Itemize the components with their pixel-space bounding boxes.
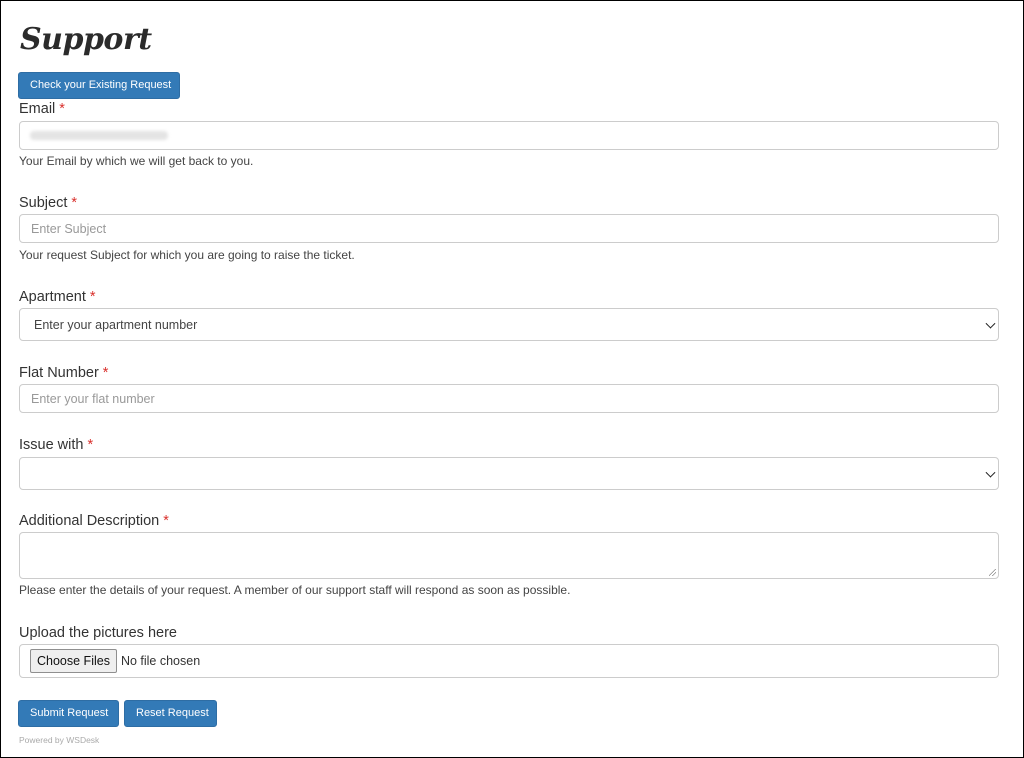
description-help-text: Please enter the details of your request… — [19, 583, 571, 597]
apartment-select[interactable]: Enter your apartment number — [19, 308, 999, 341]
flat-number-label-text: Flat Number — [19, 365, 99, 381]
issue-with-select[interactable] — [19, 457, 999, 490]
description-label: Additional Description * — [19, 513, 169, 529]
description-label-text: Additional Description — [19, 513, 160, 529]
file-status-text: No file chosen — [120, 654, 201, 668]
subject-help-text: Your request Subject for which you are g… — [19, 248, 355, 262]
page-title: Support — [20, 22, 152, 57]
email-help-text: Your Email by which we will get back to … — [19, 154, 254, 168]
email-field[interactable] — [19, 121, 999, 150]
subject-input[interactable]: Enter Subject — [19, 214, 999, 243]
apartment-label: Apartment * — [19, 289, 96, 305]
flat-number-placeholder: Enter your flat number — [31, 391, 155, 406]
description-required-mark: * — [163, 513, 169, 529]
flat-number-input[interactable]: Enter your flat number — [19, 384, 999, 413]
file-upload-field: Choose Files No file chosen — [19, 644, 999, 678]
submit-request-button[interactable]: Submit Request — [18, 700, 119, 727]
apartment-required-mark: * — [89, 289, 96, 305]
flat-number-required-mark: * — [102, 365, 109, 381]
description-textarea[interactable] — [19, 532, 999, 579]
email-redacted-value — [30, 131, 168, 140]
email-required-mark: * — [59, 101, 65, 117]
choose-files-button[interactable]: Choose Files — [30, 649, 117, 673]
apartment-label-text: Apartment — [19, 289, 86, 305]
subject-required-mark: * — [71, 195, 78, 211]
issue-with-label-text: Issue with — [19, 437, 84, 453]
issue-with-label: Issue with * — [19, 437, 93, 453]
email-label-text: Email — [19, 101, 56, 117]
apartment-selected-value: Enter your apartment number — [34, 317, 198, 332]
issue-with-required-mark: * — [87, 437, 94, 453]
reset-request-button[interactable]: Reset Request — [124, 700, 217, 727]
email-label: Email * — [19, 101, 65, 117]
subject-label: Subject * — [19, 195, 77, 211]
check-existing-request-button[interactable]: Check your Existing Request — [18, 72, 180, 99]
subject-label-text: Subject — [19, 195, 68, 211]
chevron-down-icon — [985, 318, 996, 329]
upload-label: Upload the pictures here — [19, 625, 177, 641]
resize-handle-icon[interactable] — [989, 569, 996, 576]
subject-placeholder: Enter Subject — [31, 221, 107, 236]
flat-number-label: Flat Number * — [19, 365, 108, 381]
chevron-down-icon — [985, 467, 996, 478]
powered-by-text[interactable]: Powered by WSDesk — [19, 735, 99, 745]
